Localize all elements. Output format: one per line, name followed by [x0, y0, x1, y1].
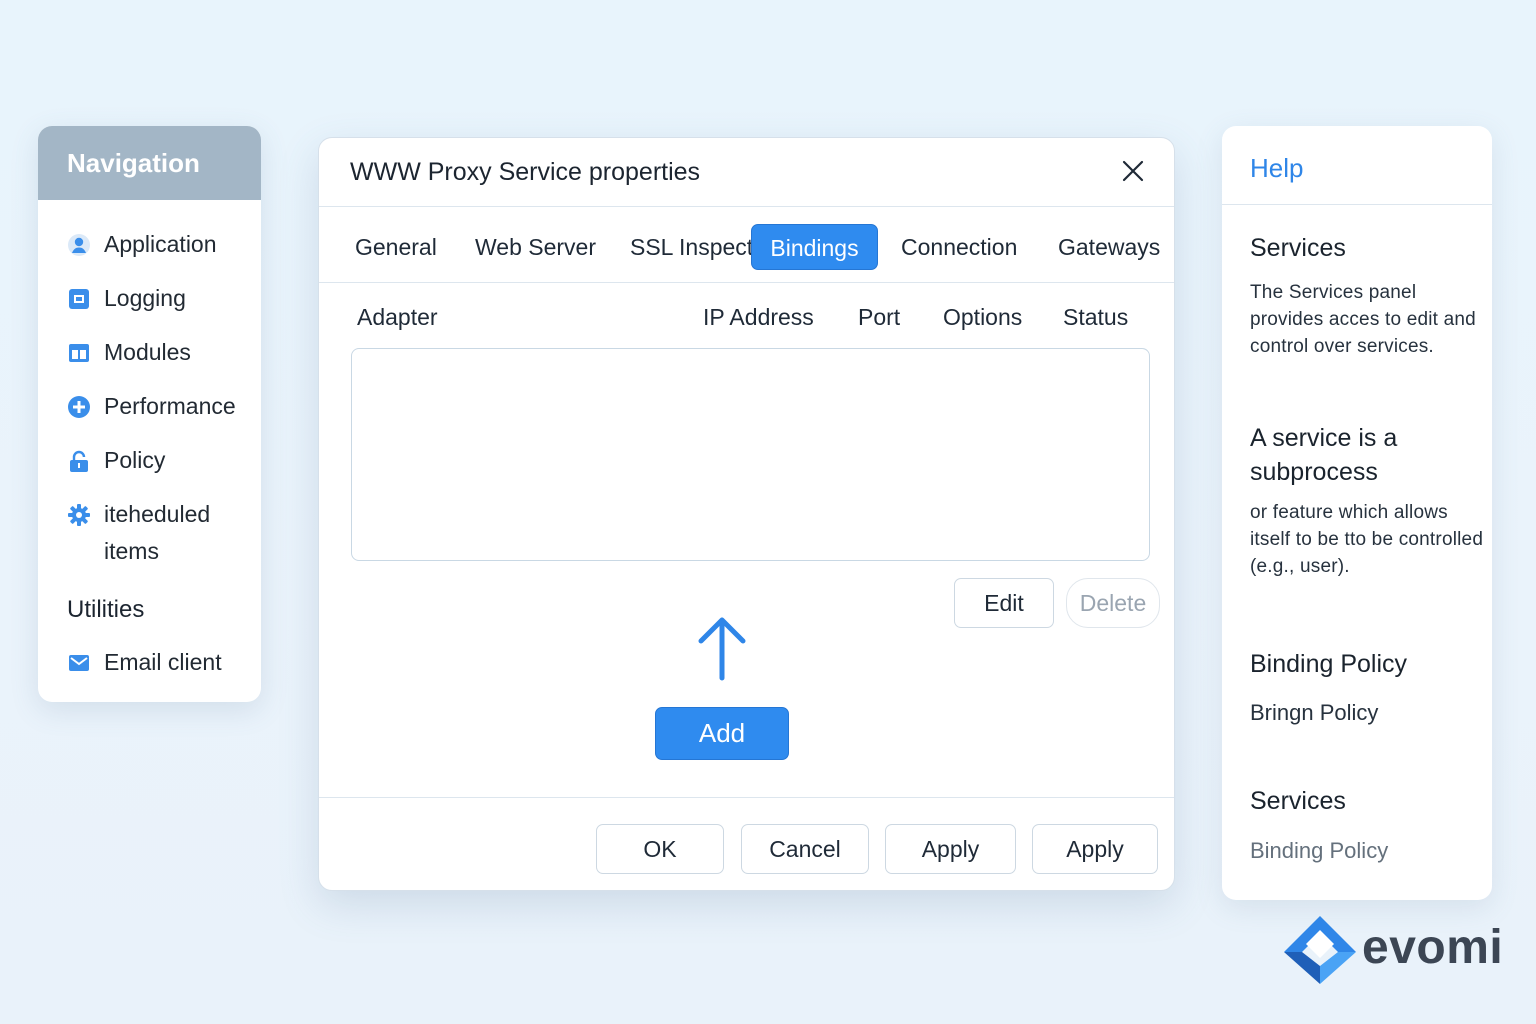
- help-services-text: The Services panel provides acces to edi…: [1250, 282, 1476, 357]
- plus-circle-icon: [67, 395, 91, 419]
- arrow-up-icon: [695, 614, 749, 682]
- navigation-title: Navigation: [38, 126, 261, 200]
- nav-item-email-client[interactable]: Email client: [67, 648, 222, 680]
- nav-item-label: Logging: [104, 285, 186, 311]
- tabs-divider: [319, 282, 1174, 283]
- nav-item-logging[interactable]: Logging: [67, 284, 186, 316]
- column-header-adapter[interactable]: Adapter: [357, 304, 438, 331]
- nav-item-policy[interactable]: Policy: [67, 446, 165, 478]
- column-header-port[interactable]: Port: [858, 304, 900, 331]
- evomi-logo-icon: [1284, 916, 1356, 984]
- tab-general[interactable]: General: [355, 224, 437, 270]
- column-header-options[interactable]: Options: [943, 304, 1022, 331]
- lock-icon: [67, 449, 91, 473]
- dialog-title: WWW Proxy Service properties: [350, 158, 701, 186]
- nav-item-label: Application: [104, 231, 217, 257]
- ok-button[interactable]: OK: [596, 824, 724, 874]
- help-services-heading: Services: [1250, 234, 1346, 262]
- modules-icon: [67, 341, 91, 365]
- tab-bindings[interactable]: Bindings: [751, 224, 878, 270]
- close-icon: [1122, 160, 1144, 187]
- gear-icon: [67, 503, 91, 527]
- delete-button[interactable]: Delete: [1066, 578, 1160, 628]
- help-services2-heading: Services: [1250, 787, 1346, 815]
- nav-item-label: Performance: [104, 393, 236, 419]
- tab-gateways[interactable]: Gateways: [1058, 224, 1160, 270]
- help-subprocess-heading: A service is a subprocess: [1250, 424, 1398, 486]
- nav-item-label: iteheduled items: [104, 501, 211, 564]
- tab-web-server[interactable]: Web Server: [475, 224, 596, 270]
- help-panel: Help Services The Services panel provide…: [1222, 126, 1492, 900]
- footer-divider: [319, 797, 1174, 798]
- navigation-panel: Navigation Application Logging Modules P…: [38, 126, 261, 702]
- column-header-ip-address[interactable]: IP Address: [703, 304, 814, 331]
- nav-item-performance[interactable]: Performance: [67, 392, 236, 424]
- utilities-heading: Utilities: [67, 596, 145, 623]
- edit-button[interactable]: Edit: [954, 578, 1054, 628]
- nav-item-modules[interactable]: Modules: [67, 338, 191, 370]
- tab-ssl-inspection[interactable]: SSL Inspect: [630, 224, 751, 270]
- tab-connection[interactable]: Connection: [901, 224, 1017, 270]
- nav-item-scheduled-items[interactable]: iteheduled items: [67, 500, 234, 570]
- help-divider: [1222, 204, 1492, 205]
- column-header-status[interactable]: Status: [1063, 304, 1128, 331]
- mail-icon: [67, 651, 91, 675]
- help-binding-policy-link[interactable]: Binding Policy: [1250, 838, 1388, 864]
- add-button[interactable]: Add: [655, 707, 789, 760]
- help-link[interactable]: Help: [1250, 153, 1303, 184]
- help-binding-text: Bringn Policy: [1250, 700, 1379, 725]
- apply-button-secondary[interactable]: Apply: [1032, 824, 1158, 874]
- apply-button[interactable]: Apply: [885, 824, 1016, 874]
- nav-item-label: Modules: [104, 339, 191, 365]
- log-icon: [67, 287, 91, 311]
- nav-item-label: Policy: [104, 447, 166, 473]
- nav-item-application[interactable]: Application: [67, 230, 217, 262]
- help-subprocess-text: or feature which allows itself to be tto…: [1250, 502, 1484, 577]
- brand-wordmark: evomi: [1362, 921, 1504, 974]
- properties-dialog: WWW Proxy Service properties General Web…: [318, 137, 1175, 891]
- user-icon: [67, 233, 91, 257]
- close-button[interactable]: [1118, 158, 1148, 188]
- help-binding-heading: Binding Policy: [1250, 650, 1408, 678]
- bindings-list[interactable]: [351, 348, 1150, 561]
- cancel-button[interactable]: Cancel: [741, 824, 869, 874]
- title-divider: [319, 206, 1174, 207]
- brand-logo: evomi: [1282, 914, 1504, 986]
- nav-item-label: Email client: [104, 649, 222, 675]
